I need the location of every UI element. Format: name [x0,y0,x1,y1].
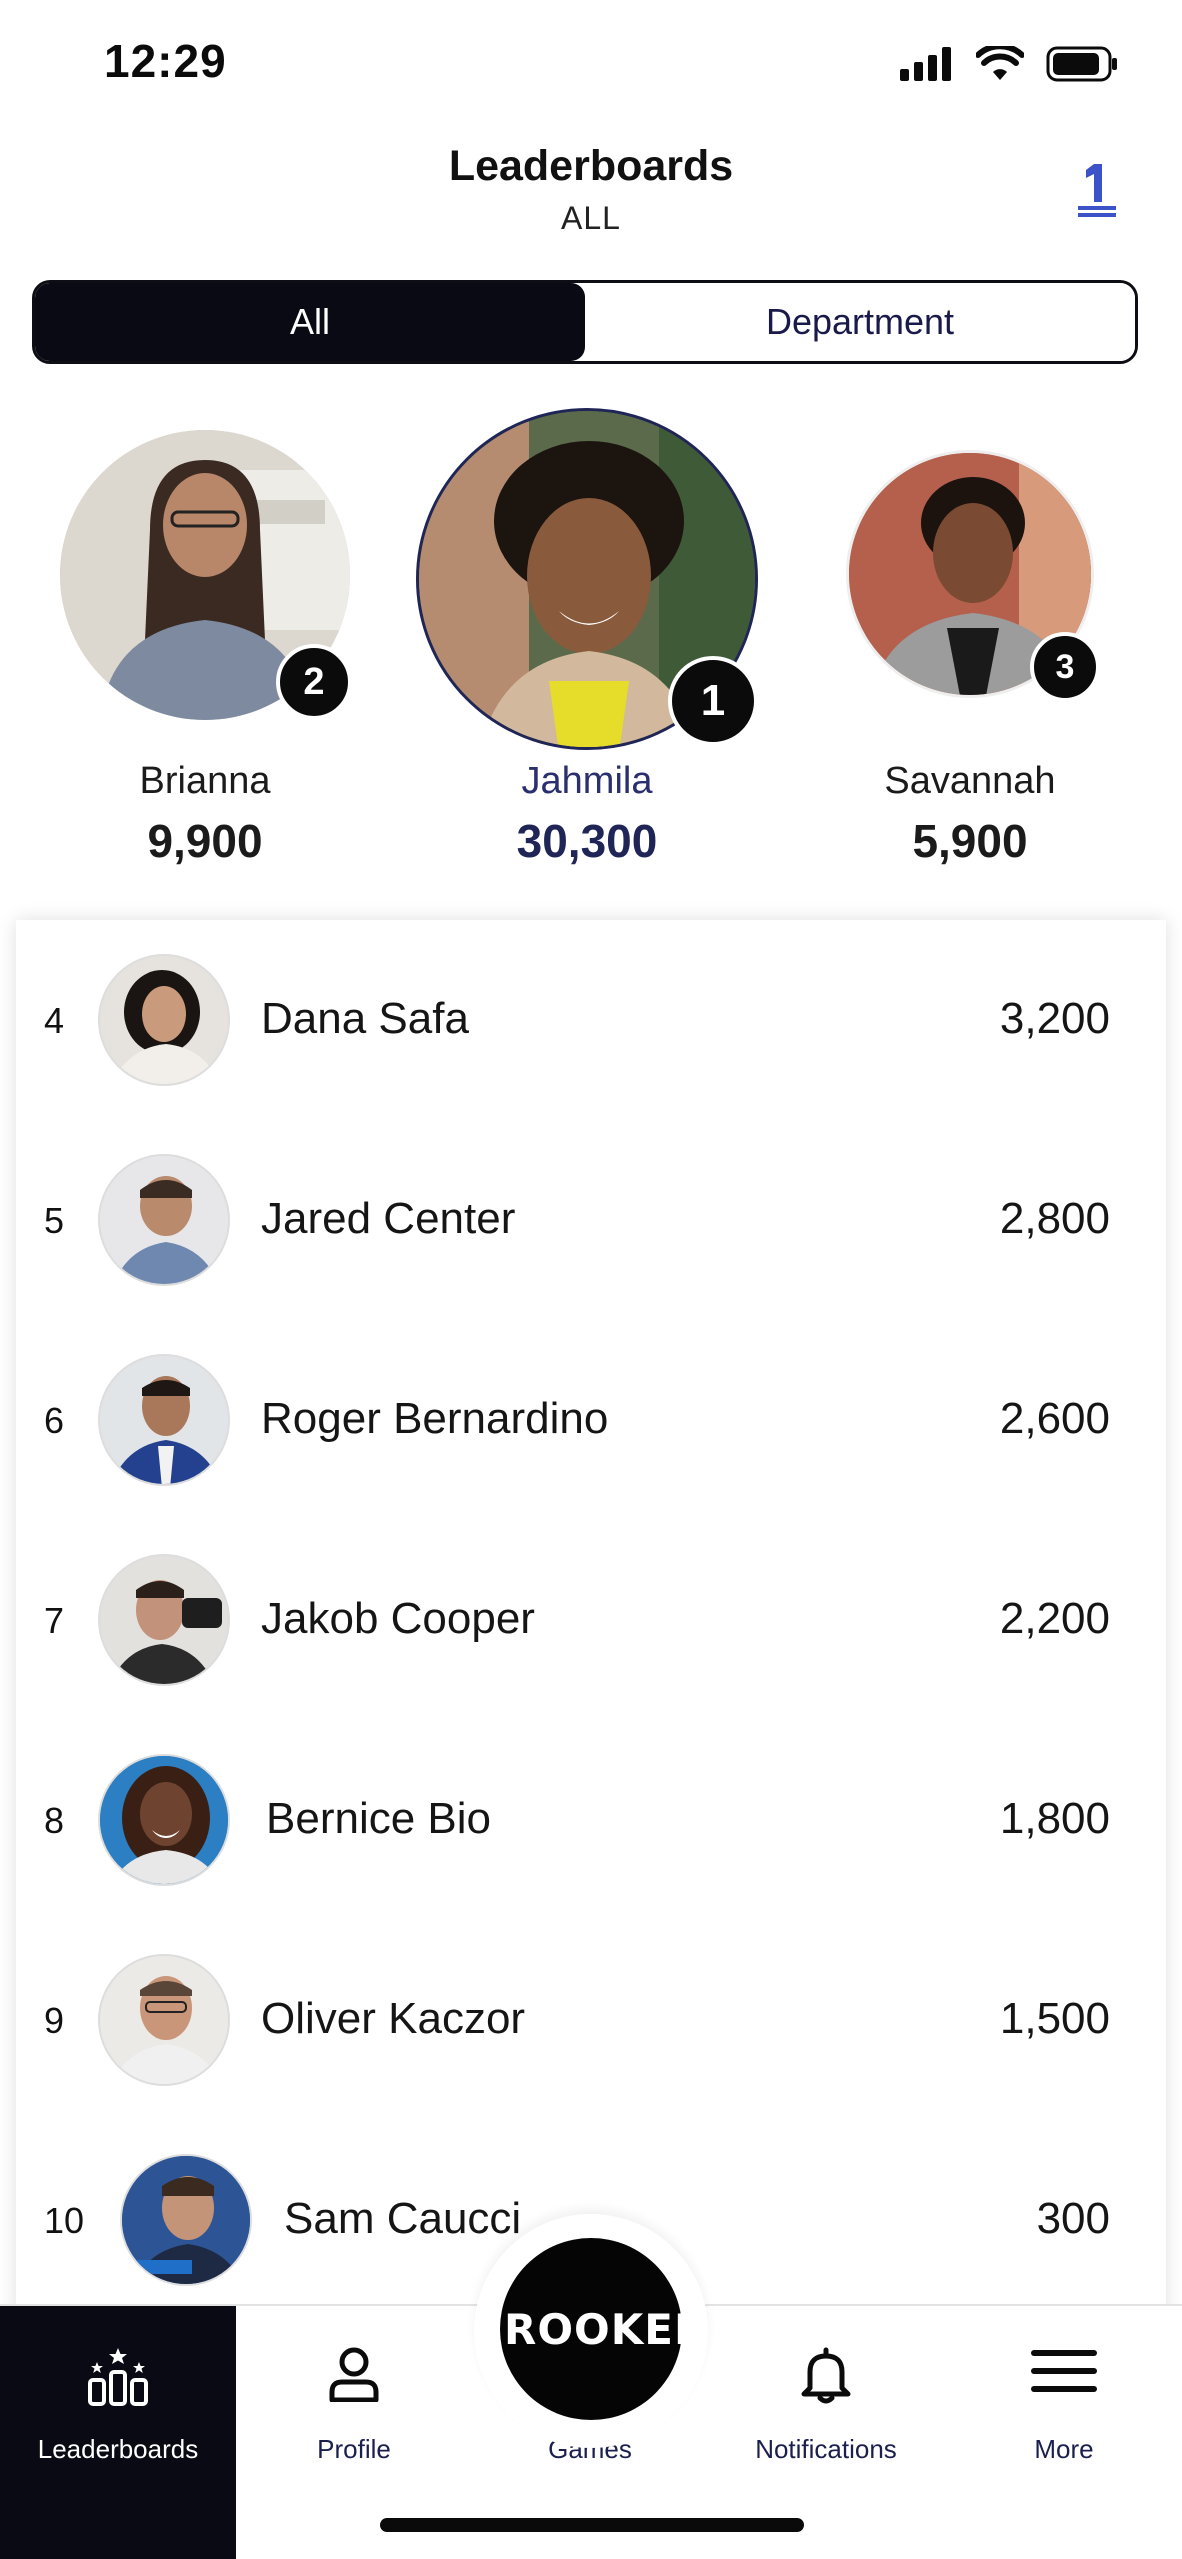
cellular-signal-icon [900,47,951,81]
podium-name: Brianna [139,760,271,802]
avatar [98,1354,230,1486]
leader-name: Roger Bernardino [261,1394,609,1443]
place-badge: 1 [668,656,758,746]
page-subtitle: ALL [561,200,621,236]
place-badge: 3 [1030,632,1100,702]
podium-third[interactable]: 3 Savannah 5,900 [846,450,1100,870]
rank-number: 10 [44,2200,85,2241]
avatar [120,2154,252,2286]
rank-number: 9 [44,2000,65,2041]
leader-score: 300 [1036,2194,1110,2243]
leader-name: Jared Center [261,1194,516,1243]
rank-number: 6 [44,1400,65,1441]
leaderboard-podium-icon [88,2348,148,2406]
podium-score: 9,900 [147,815,263,867]
leader-score: 2,200 [999,1594,1110,1643]
rank-number: 5 [44,1200,65,1241]
rank-first-icon[interactable] [1074,158,1120,218]
tab-label: Leaderboards [37,2434,199,2464]
bell-icon [801,2347,851,2404]
leader-score: 2,800 [999,1194,1110,1243]
leader-name: Jakob Cooper [261,1594,535,1643]
status-time: 12:29 [104,35,227,87]
list-item[interactable]: 8 Bernice Bio 1,800 [16,1720,1166,1920]
leader-name: Oliver Kaczor [261,1994,526,2043]
rank-number: 4 [44,1000,65,1041]
battery-icon [1046,46,1117,82]
leader-name: Bernice Bio [266,1794,492,1843]
status-icons [900,46,1118,82]
segment-all[interactable]: All [35,283,585,361]
games-button[interactable]: CROOKED [472,2238,709,2420]
tab-leaderboards[interactable]: Leaderboards [0,2306,236,2559]
list-item[interactable]: 4 Dana Safa 3,200 [16,920,1166,1120]
list-item[interactable]: 9 Oliver Kaczor 1,500 [16,1920,1166,2120]
leader-name: Sam Caucci [284,2194,522,2243]
list-item[interactable]: 6 Roger Bernardino 2,600 [16,1320,1166,1520]
podium-first[interactable]: 1 Jahmila 30,300 [412,404,762,870]
profile-person-icon [329,2347,379,2402]
avatar [98,954,230,1086]
podium-score: 30,300 [516,815,658,867]
avatar [98,1554,230,1686]
leader-name: Dana Safa [261,994,469,1043]
tab-label: Profile [317,2434,391,2464]
leader-score: 1,500 [999,1994,1110,2043]
tab-more[interactable]: More [946,2306,1182,2559]
page-title: Leaderboards [448,142,734,190]
leader-score: 2,600 [999,1394,1110,1443]
leader-score: 1,800 [999,1794,1110,1843]
wifi-icon [976,46,1024,80]
rank-number: 8 [44,1800,65,1841]
rank-number: 7 [44,1600,65,1641]
segment-department[interactable]: Department [585,283,1135,361]
tab-label: More [1034,2434,1094,2464]
podium-second[interactable]: 2 Brianna 9,900 [60,430,352,870]
podium-name: Jahmila [521,760,653,802]
avatar [98,1154,230,1286]
avatar [98,1754,230,1886]
leader-score: 3,200 [999,994,1110,1043]
place-badge: 2 [276,644,352,720]
home-indicator[interactable] [380,2518,804,2532]
podium-score: 5,900 [912,815,1028,867]
list-item[interactable]: 7 Jakob Cooper 2,200 [16,1520,1166,1720]
avatar [98,1954,230,2086]
crooked-logo: CROOKED [472,2304,710,2354]
list-item[interactable]: 5 Jared Center 2,800 [16,1120,1166,1320]
hamburger-menu-icon [1031,2350,1097,2392]
podium-name: Savannah [884,760,1056,802]
tab-label: Notifications [755,2434,897,2464]
leaderboard-list[interactable]: 4 Dana Safa 3,200 5 Jared Center 2,800 6… [16,920,1166,2320]
leaderboard-filter-segmented: All Department [32,280,1138,364]
